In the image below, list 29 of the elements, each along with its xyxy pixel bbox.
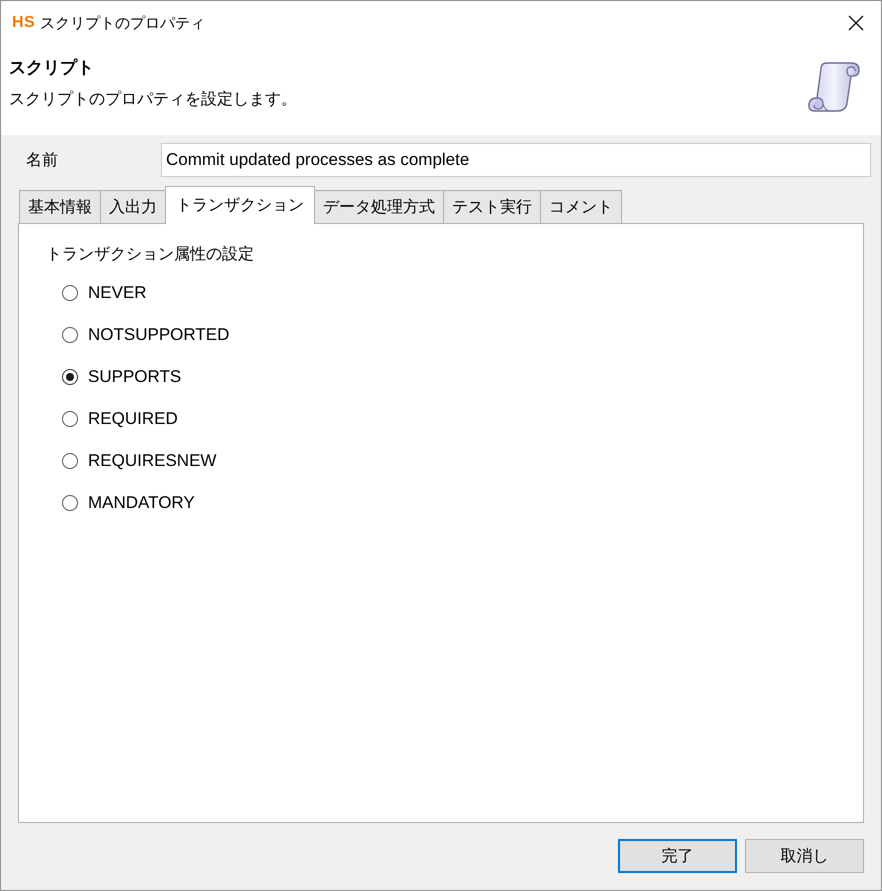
radio-button[interactable] <box>62 453 78 469</box>
finish-button[interactable]: 完了 <box>618 839 737 873</box>
tab[interactable]: テスト実行 <box>443 190 541 223</box>
header-title: スクリプト <box>9 57 95 79</box>
radio-label[interactable]: REQUIRESNEW <box>88 451 216 471</box>
tab[interactable]: トランザクション <box>165 186 315 224</box>
radio-label[interactable]: SUPPORTS <box>88 367 182 387</box>
tab[interactable]: データ処理方式 <box>314 190 444 223</box>
app-logo: HS <box>12 14 36 32</box>
radio-button[interactable] <box>62 495 78 511</box>
radio-label[interactable]: NOTSUPPORTED <box>88 325 230 345</box>
radio-label[interactable]: MANDATORY <box>88 493 195 513</box>
cancel-button[interactable]: 取消し <box>745 839 864 873</box>
scroll-icon <box>807 61 861 113</box>
window-title: スクリプトのプロパティ <box>40 14 206 32</box>
radio-button[interactable] <box>62 369 78 385</box>
tab[interactable]: 入出力 <box>100 190 166 223</box>
radio-button[interactable] <box>62 327 78 343</box>
name-field[interactable]: Commit updated processes as complete <box>161 143 871 177</box>
header-description: スクリプトのプロパティを設定します。 <box>9 88 298 110</box>
radio-button[interactable] <box>62 285 78 301</box>
name-label: 名前 <box>25 150 59 170</box>
radio-label[interactable]: REQUIRED <box>88 409 178 429</box>
group-label: トランザクション属性の設定 <box>46 243 255 265</box>
tab[interactable]: コメント <box>540 190 622 223</box>
radio-button[interactable] <box>62 411 78 427</box>
radio-label[interactable]: NEVER <box>88 283 147 303</box>
close-icon[interactable] <box>848 15 864 31</box>
tab[interactable]: 基本情報 <box>19 190 101 223</box>
